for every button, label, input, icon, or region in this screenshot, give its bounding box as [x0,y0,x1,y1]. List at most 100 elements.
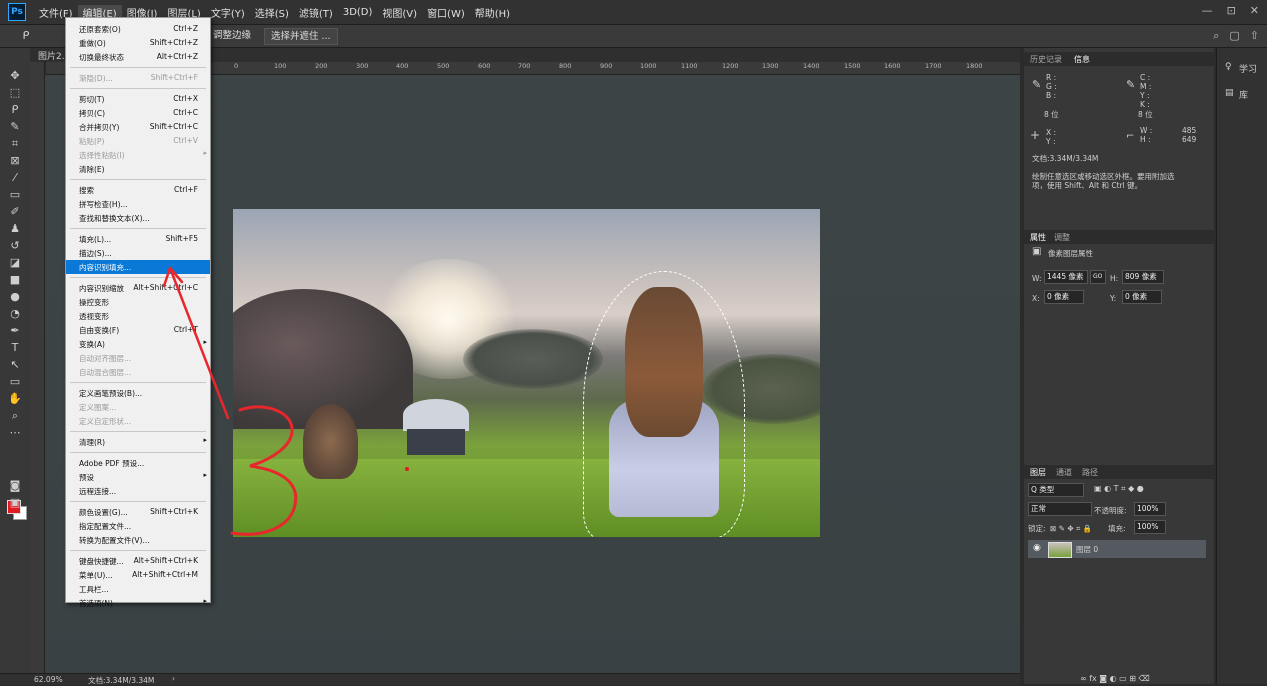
share-icon[interactable]: ⇧ [1250,29,1259,43]
screen-mode-icon[interactable]: ▣ [7,495,23,510]
minimize-icon[interactable]: — [1202,4,1213,17]
gradient-tool-icon[interactable]: ■ [7,272,23,287]
edit-menu-item[interactable]: 填充(L)... Shift+F5 [66,232,210,246]
edit-menu-item[interactable]: Adobe PDF 预设... [66,456,210,470]
edit-menu-item[interactable]: 内容识别填充... [66,260,210,274]
edit-menu-item[interactable]: 远程连接... [66,484,210,498]
shape-tool-icon[interactable]: ▭ [7,374,23,389]
menu-filter[interactable]: 滤镜(T) [294,5,338,20]
lasso-tool-icon[interactable]: ᑭ [7,102,23,117]
edit-menu-item[interactable]: 转换为配置文件(V)... [66,533,210,547]
prop-x-field[interactable]: 0 像素 [1044,290,1084,304]
edit-menu-item[interactable]: 透视变形 [66,309,210,323]
lasso-preset-icon[interactable]: ᑭ [18,28,34,43]
menu-select[interactable]: 选择(S) [250,5,294,20]
menu-view[interactable]: 视图(V) [377,5,422,20]
zoom-level[interactable]: 62.09% [34,675,63,684]
tab-channels[interactable]: 通道 [1056,467,1072,478]
eyedropper-icon: ✎ [1032,78,1042,91]
tab-paths[interactable]: 路径 [1082,467,1098,478]
layer-filter-icons[interactable]: ▣ ◐ T ⌗ ◆ ● [1094,484,1144,493]
edit-menu-item[interactable]: 查找和替换文本(X)... [66,211,210,225]
more-tools-icon[interactable]: ⋯ [7,425,23,440]
edit-menu-item[interactable]: 拼写检查(H)... [66,197,210,211]
stamp-tool-icon[interactable]: ♟ [7,221,23,236]
select-and-mask-button[interactable]: 选择并遮住 ... [264,28,338,45]
edit-menu-item[interactable]: 指定配置文件... [66,519,210,533]
layer-footer-icons[interactable]: ∞ fx ◙ ◐ ▭ ⊞ ⌫ [1080,674,1150,683]
frame-tool-icon[interactable]: ⊠ [7,153,23,168]
menu-3d[interactable]: 3D(D) [338,7,378,18]
tab-info[interactable]: 信息 [1074,54,1090,65]
refine-edge-label[interactable]: 调整边缘 [207,28,257,43]
eraser-tool-icon[interactable]: ◪ [7,255,23,270]
edit-menu-item[interactable]: 还原套索(O) Ctrl+Z [66,22,210,36]
edit-menu-item[interactable]: 菜单(U)... Alt+Shift+Ctrl+M [66,568,210,582]
doc-size-status[interactable]: 文档:3.34M/3.34M [88,675,154,686]
edit-menu-item[interactable]: 工具栏... [66,582,210,596]
tab-properties[interactable]: 属性 [1030,232,1046,243]
crop-tool-icon[interactable]: ⌗ [7,136,23,151]
prop-y-field[interactable]: 0 像素 [1122,290,1162,304]
marquee-tool-icon[interactable]: ⬚ [7,85,23,100]
eyedropper-tool-icon[interactable]: ⁄ [7,170,23,185]
blend-mode-select[interactable]: 正常 [1028,502,1092,516]
dodge-tool-icon[interactable]: ◔ [7,306,23,321]
learn-icon[interactable]: ♀ [1225,62,1232,72]
move-tool-icon[interactable]: ✥ [7,68,23,83]
edit-menu-item[interactable]: 切换最终状态 Alt+Ctrl+Z [66,50,210,64]
edit-menu-item[interactable]: 清理(R) ▸ [66,435,210,449]
fill-field[interactable]: 100% [1134,520,1166,534]
pen-tool-icon[interactable]: ✒ [7,323,23,338]
edit-menu-item[interactable]: 键盘快捷键... Alt+Shift+Ctrl+K [66,554,210,568]
hand-tool-icon[interactable]: ✋ [7,391,23,406]
prop-w-field[interactable]: 1445 像素 [1044,270,1088,284]
quick-select-tool-icon[interactable]: ✎ [7,119,23,134]
restore-icon[interactable]: ⊡ [1227,4,1236,17]
layer-filter-select[interactable]: Q 类型 [1028,483,1084,497]
edit-menu-item[interactable]: 合并拷贝(Y) Shift+Ctrl+C [66,120,210,134]
opacity-field[interactable]: 100% [1134,502,1166,516]
lock-icons[interactable]: ⊠ ✎ ✥ ⌗ 🔒 [1050,524,1092,533]
learn-label[interactable]: 学习 [1239,62,1257,75]
edit-menu-item[interactable]: 颜色设置(G)... Shift+Ctrl+K [66,505,210,519]
menu-window[interactable]: 窗口(W) [422,5,470,20]
edit-menu-item[interactable]: 自由变换(F) Ctrl+T [66,323,210,337]
zoom-tool-icon[interactable]: ⌕ [7,408,23,423]
tab-history[interactable]: 历史记录 [1030,54,1062,65]
tab-adjustments[interactable]: 调整 [1054,232,1070,243]
edit-menu-item[interactable]: 描边(S)... [66,246,210,260]
edit-menu-item[interactable]: 重做(O) Shift+Ctrl+Z [66,36,210,50]
blur-tool-icon[interactable]: ● [7,289,23,304]
search-icon[interactable]: ⌕ [1213,29,1219,43]
libraries-icon[interactable]: ▤ [1225,88,1234,98]
edit-menu-item[interactable]: 预设 ▸ [66,470,210,484]
quick-mask-icon[interactable]: ◙ [7,478,23,493]
menu-type[interactable]: 文字(Y) [206,5,250,20]
link-icon[interactable]: GO [1090,270,1106,284]
edit-menu-item[interactable]: 剪切(T) Ctrl+X [66,92,210,106]
libraries-label[interactable]: 库 [1239,88,1248,101]
menu-help[interactable]: 帮助(H) [470,5,515,20]
brush-tool-icon[interactable]: ✐ [7,204,23,219]
type-tool-icon[interactable]: T [7,340,23,355]
prop-h-field[interactable]: 809 像素 [1122,270,1164,284]
workspace-icon[interactable]: ▢ [1229,29,1239,43]
edit-menu-item[interactable]: 搜索 Ctrl+F [66,183,210,197]
status-arrow-icon[interactable]: › [172,674,175,683]
visibility-eye-icon[interactable]: ◉ [1033,543,1041,553]
edit-menu-item[interactable]: 首选项(N) ▸ [66,596,210,610]
path-select-icon[interactable]: ↖ [7,357,23,372]
edit-menu-item[interactable]: 操控变形 [66,295,210,309]
layer-row[interactable]: ◉ 图层 0 [1028,540,1206,558]
edit-menu-item[interactable]: 变换(A) ▸ [66,337,210,351]
edit-menu-item[interactable]: 定义画笔预设(B)... [66,386,210,400]
edit-menu-item[interactable]: 拷贝(C) Ctrl+C [66,106,210,120]
tab-layers[interactable]: 图层 [1030,467,1046,478]
healing-tool-icon[interactable]: ▭ [7,187,23,202]
history-brush-icon[interactable]: ↺ [7,238,23,253]
edit-menu-item[interactable]: 内容识别缩放 Alt+Shift+Ctrl+C [66,281,210,295]
document-image[interactable] [233,209,820,537]
close-icon[interactable]: ✕ [1250,4,1259,17]
edit-menu-item[interactable]: 清除(E) [66,162,210,176]
